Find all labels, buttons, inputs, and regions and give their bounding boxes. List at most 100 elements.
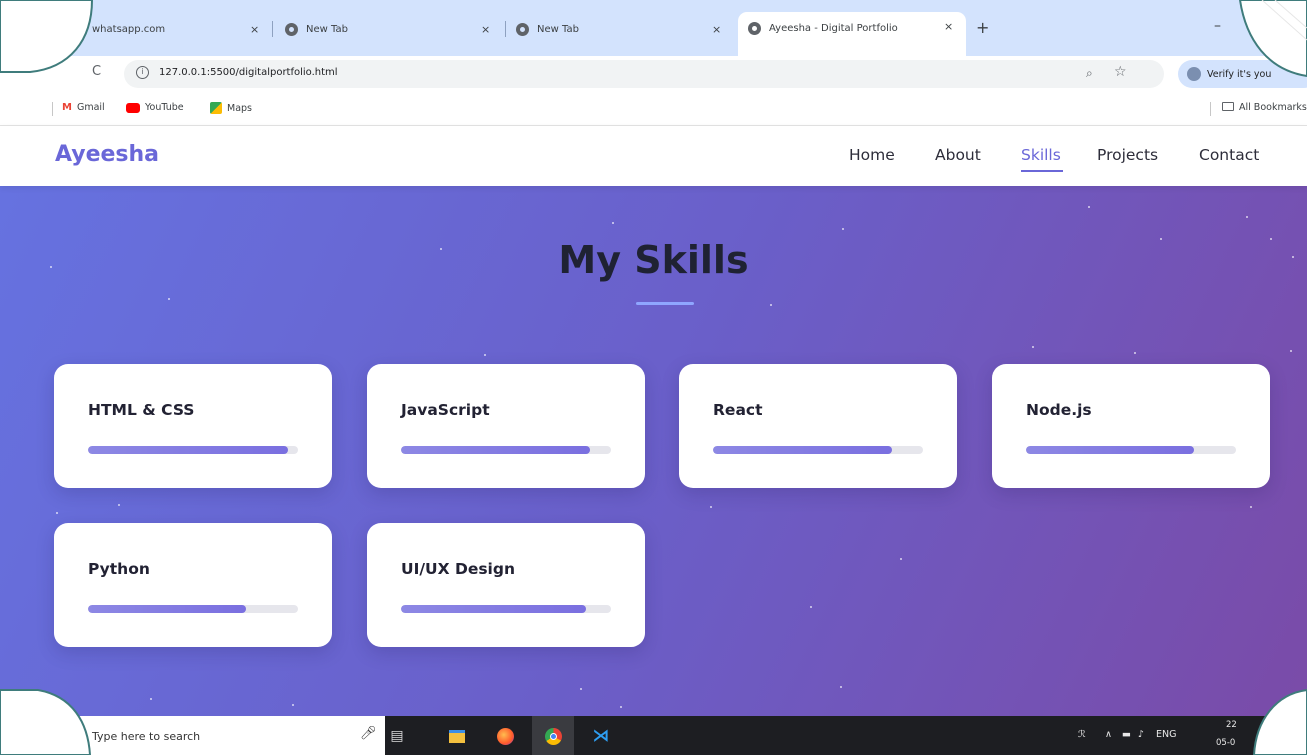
clock-time[interactable]: 22 bbox=[1226, 720, 1237, 730]
verify-chip-label: Verify it's you bbox=[1207, 68, 1272, 80]
tab-whatsapp[interactable]: whatsapp.com × bbox=[92, 14, 272, 44]
bookmark-label: Maps bbox=[227, 102, 252, 114]
skill-progress-track bbox=[713, 446, 923, 454]
bookmark-label: YouTube bbox=[145, 102, 184, 113]
vscode-icon[interactable]: ⋊ bbox=[590, 725, 612, 747]
chrome-favicon-icon bbox=[285, 22, 298, 36]
browser-tab-strip: whatsapp.com × New Tab × New Tab × Ayees… bbox=[0, 0, 1307, 56]
maps-icon bbox=[210, 102, 222, 114]
address-bar[interactable]: i 127.0.0.1:5500/digitalportfolio.html ⌕… bbox=[124, 60, 1164, 88]
url-text[interactable]: 127.0.0.1:5500/digitalportfolio.html bbox=[159, 67, 338, 78]
star-decoration bbox=[1290, 350, 1292, 352]
site-logo[interactable]: Ayeesha bbox=[55, 142, 159, 167]
star-decoration bbox=[710, 506, 712, 508]
tab-new-tab-1[interactable]: New Tab × bbox=[285, 14, 505, 44]
bookmark-label: Gmail bbox=[76, 102, 105, 113]
star-decoration bbox=[1246, 216, 1248, 218]
close-tab-icon[interactable]: × bbox=[944, 20, 953, 33]
star-decoration bbox=[168, 298, 170, 300]
star-decoration bbox=[1250, 506, 1252, 508]
skill-name: HTML & CSS bbox=[88, 401, 195, 419]
star-decoration bbox=[1032, 346, 1034, 348]
star-decoration bbox=[150, 698, 152, 700]
star-decoration bbox=[612, 222, 614, 224]
battery-icon[interactable]: ▬ bbox=[1122, 729, 1131, 740]
all-bookmarks-label: All Bookmarks bbox=[1239, 102, 1307, 113]
star-decoration bbox=[118, 504, 120, 506]
screen: whatsapp.com × New Tab × New Tab × Ayees… bbox=[0, 0, 1307, 755]
microphone-icon[interactable]: 🎤︎ bbox=[360, 726, 377, 741]
clock-date[interactable]: 05-0 bbox=[1216, 738, 1235, 748]
youtube-icon bbox=[126, 102, 140, 113]
language-indicator[interactable]: ENG bbox=[1156, 729, 1176, 740]
skill-card-html-css: HTML & CSS bbox=[54, 364, 332, 488]
site-info-icon[interactable]: i bbox=[136, 66, 149, 79]
bookmark-maps[interactable]: Maps bbox=[210, 102, 252, 114]
tab-title: whatsapp.com bbox=[92, 23, 166, 35]
star-decoration bbox=[770, 304, 772, 306]
bookmark-star-icon[interactable]: ☆ bbox=[1114, 64, 1127, 80]
skill-progress-track bbox=[1026, 446, 1236, 454]
skill-progress-fill bbox=[1026, 446, 1194, 454]
nav-link-home[interactable]: Home bbox=[849, 146, 895, 164]
skill-card-ui-ux-design: UI/UX Design bbox=[367, 523, 645, 647]
bookmark-gmail[interactable]: M Gmail bbox=[62, 102, 105, 113]
star-decoration bbox=[1134, 352, 1136, 354]
tab-portfolio[interactable]: Ayeesha - Digital Portfolio × bbox=[738, 12, 966, 56]
tab-separator bbox=[272, 21, 273, 37]
star-decoration bbox=[56, 512, 58, 514]
tab-new-tab-2[interactable]: New Tab × bbox=[516, 14, 726, 44]
task-view-icon[interactable]: ▤ bbox=[386, 725, 408, 747]
all-bookmarks-button[interactable]: All Bookmarks bbox=[1222, 102, 1307, 113]
firefox-icon[interactable] bbox=[494, 725, 516, 747]
minimize-window-button[interactable]: – bbox=[1214, 18, 1221, 34]
taskbar-search-box[interactable]: Type here to search 🎤︎ bbox=[0, 716, 385, 755]
tab-separator bbox=[505, 21, 506, 37]
nav-link-about[interactable]: About bbox=[935, 146, 981, 164]
skill-progress-track bbox=[88, 446, 298, 454]
close-tab-icon[interactable]: × bbox=[481, 23, 490, 36]
star-decoration bbox=[292, 704, 294, 706]
tab-title: New Tab bbox=[306, 23, 348, 35]
taskbar-search-placeholder[interactable]: Type here to search bbox=[92, 730, 200, 743]
folder-icon bbox=[1222, 102, 1234, 111]
skill-progress-track bbox=[401, 446, 611, 454]
skill-progress-track bbox=[401, 605, 611, 613]
section-title: My Skills bbox=[558, 238, 749, 282]
star-decoration bbox=[1088, 206, 1090, 208]
globe-favicon-icon bbox=[748, 21, 761, 35]
windows-taskbar: Type here to search 🎤︎ ▤ ⋊ ℛ ∧ ▬ ♪ ENG 2… bbox=[0, 716, 1307, 755]
file-explorer-icon[interactable] bbox=[446, 725, 468, 747]
verify-identity-chip[interactable]: Verify it's you bbox=[1178, 60, 1307, 88]
skill-name: Python bbox=[88, 560, 150, 578]
gmail-icon: M bbox=[62, 102, 72, 113]
skill-progress-fill bbox=[401, 446, 590, 454]
nav-link-projects[interactable]: Projects bbox=[1097, 146, 1158, 164]
zoom-icon[interactable]: ⌕ bbox=[1086, 66, 1093, 81]
tab-title: Ayeesha - Digital Portfolio bbox=[769, 22, 898, 34]
nav-link-skills[interactable]: Skills bbox=[1021, 146, 1061, 164]
close-tab-icon[interactable]: × bbox=[712, 23, 721, 36]
volume-icon[interactable]: ♪ bbox=[1138, 729, 1144, 740]
skill-progress-fill bbox=[713, 446, 892, 454]
title-underline bbox=[636, 302, 694, 305]
skill-progress-fill bbox=[88, 446, 288, 454]
nav-link-contact[interactable]: Contact bbox=[1199, 146, 1259, 164]
close-tab-icon[interactable]: × bbox=[250, 23, 259, 36]
skill-card-python: Python bbox=[54, 523, 332, 647]
skill-card-react: React bbox=[679, 364, 957, 488]
new-tab-button[interactable]: + bbox=[976, 18, 989, 37]
star-decoration bbox=[580, 688, 582, 690]
star-decoration bbox=[484, 354, 486, 356]
chrome-icon[interactable] bbox=[542, 725, 564, 747]
skill-progress-fill bbox=[401, 605, 586, 613]
people-icon[interactable]: ℛ bbox=[1078, 729, 1086, 740]
browser-toolbar: C i 127.0.0.1:5500/digitalportfolio.html… bbox=[0, 56, 1307, 92]
skill-card-javascript: JavaScript bbox=[367, 364, 645, 488]
site-navbar: Ayeesha Home About Skills Projects Conta… bbox=[0, 126, 1307, 186]
reload-icon[interactable]: C bbox=[92, 64, 101, 79]
chevron-up-icon[interactable]: ∧ bbox=[1105, 729, 1112, 740]
bookmark-separator bbox=[1210, 102, 1211, 116]
bookmarks-bar: M Gmail YouTube Maps All Bookmarks bbox=[0, 92, 1307, 126]
bookmark-youtube[interactable]: YouTube bbox=[126, 102, 184, 113]
